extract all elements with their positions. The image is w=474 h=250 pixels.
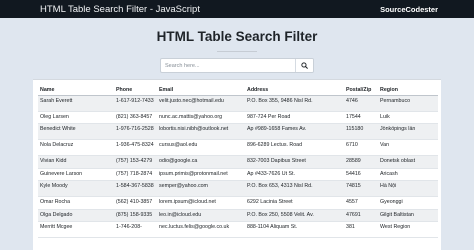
column-header-phone[interactable]: Phone — [114, 85, 157, 96]
cell-postal: 28589 — [344, 155, 378, 169]
navbar-title: HTML Table Search Filter - JavaScript — [40, 3, 200, 15]
cell-address: 832-7003 Dapibus Street — [245, 155, 344, 169]
cell-email: ipsum.primis@protonmail.net — [157, 168, 245, 181]
table-row: Nola Delacruz 1-936-475-8324 cursus@aol.… — [38, 139, 438, 156]
cell-phone: (757) 153-4279 — [114, 155, 157, 169]
table-row: Olga Delgado (875) 158-9335 leo.in@iclou… — [38, 209, 438, 222]
cell-postal: 74815 — [344, 180, 378, 197]
cell-email: nunc.ac.mattis@yahoo.org — [157, 111, 245, 124]
cell-postal: 381 — [344, 221, 378, 238]
table-header-row: Name Phone Email Address Postal/Zip Regi… — [38, 85, 438, 96]
table-row: Benedict White 1-976-716-2528 lobortis.n… — [38, 123, 438, 140]
cell-email: odio@google.ca — [157, 155, 245, 169]
search-input[interactable] — [161, 59, 295, 72]
cell-address: 896-6289 Lectus. Road — [245, 139, 344, 156]
cell-region: Pernambuco — [378, 95, 438, 112]
cell-phone: (562) 410-3857 — [114, 196, 157, 210]
cell-address: 888-1104 Aliquam St. — [245, 221, 344, 238]
cell-email: cursus@aol.edu — [157, 139, 245, 156]
cell-region: Luik — [378, 111, 438, 124]
cell-address: P.O. Box 355, 9486 Nisl Rd. — [245, 95, 344, 112]
table-row: Guinevere Larson (757) 718-2874 ipsum.pr… — [38, 168, 438, 181]
cell-name: Olga Delgado — [38, 209, 114, 222]
cell-email: lobortis.nisi.nibh@outlook.net — [157, 123, 245, 140]
table-card: Name Phone Email Address Postal/Zip Regi… — [33, 79, 441, 250]
cell-address: Ap #989-1658 Fames Av. — [245, 123, 344, 140]
cell-postal: 17544 — [344, 111, 378, 124]
cell-region: Van — [378, 139, 438, 156]
title-divider — [217, 51, 257, 52]
contacts-table: Name Phone Email Address Postal/Zip Regi… — [38, 85, 438, 238]
navbar-brand-link[interactable]: SourceCodester — [380, 5, 438, 14]
cell-phone: 1-746-208- — [114, 221, 157, 238]
cell-region: West Region — [378, 221, 438, 238]
top-navbar: HTML Table Search Filter - JavaScript So… — [0, 0, 474, 18]
table-row: Oleg Larsen (821) 363-8457 nunc.ac.matti… — [38, 111, 438, 124]
cell-region: Gyeonggi — [378, 196, 438, 210]
cell-postal: 47691 — [344, 209, 378, 222]
cell-name: Omar Rocha — [38, 196, 114, 210]
cell-name: Oleg Larsen — [38, 111, 114, 124]
cell-region: Jönköpings län — [378, 123, 438, 140]
cell-phone: (821) 363-8457 — [114, 111, 157, 124]
cell-phone: 1-584-367-5838 — [114, 180, 157, 197]
cell-phone: 1-976-716-2528 — [114, 123, 157, 140]
table-row: Vivian Kidd (757) 153-4279 odio@google.c… — [38, 155, 438, 169]
cell-address: 6292 Lacinia Street — [245, 196, 344, 210]
cell-name: Sarah Everett — [38, 95, 114, 112]
cell-phone: (757) 718-2874 — [114, 168, 157, 181]
cell-phone: 1-617-912-7433 — [114, 95, 157, 112]
column-header-email[interactable]: Email — [157, 85, 245, 96]
table-row: Omar Rocha (562) 410-3857 lorem.ipsum@ic… — [38, 196, 438, 210]
cell-postal: 115180 — [344, 123, 378, 140]
cell-email: nec.luctus.felis@google.co.uk — [157, 221, 245, 238]
cell-name: Nola Delacruz — [38, 139, 114, 156]
cell-phone: 1-936-475-8324 — [114, 139, 157, 156]
search-icon — [301, 62, 308, 69]
table-row: Sarah Everett 1-617-912-7433 velit.justo… — [38, 95, 438, 112]
cell-region: Donetsk oblast — [378, 155, 438, 169]
search-button[interactable] — [295, 59, 313, 72]
cell-region: Hà Nội — [378, 180, 438, 197]
cell-address: Ap #433-7626 Ut St. — [245, 168, 344, 181]
cell-postal: 4746 — [344, 95, 378, 112]
search-bar — [160, 58, 314, 73]
cell-name: Benedict White — [38, 123, 114, 140]
cell-name: Vivian Kidd — [38, 155, 114, 169]
cell-email: semper@yahoo.com — [157, 180, 245, 197]
cell-address: 987-724 Per Road — [245, 111, 344, 124]
cell-phone: (875) 158-9335 — [114, 209, 157, 222]
cell-name: Merritt Mcgee — [38, 221, 114, 238]
cell-address: P.O. Box 250, 5508 Velit. Av. — [245, 209, 344, 222]
column-header-postal[interactable]: Postal/Zip — [344, 85, 378, 96]
column-header-name[interactable]: Name — [38, 85, 114, 96]
cell-region: Aricash — [378, 168, 438, 181]
cell-region: Gilgit Baltistan — [378, 209, 438, 222]
cell-postal: 6710 — [344, 139, 378, 156]
table-row: Merritt Mcgee 1-746-208- nec.luctus.feli… — [38, 221, 438, 238]
cell-name: Kyle Moody — [38, 180, 114, 197]
cell-email: leo.in@icloud.edu — [157, 209, 245, 222]
cell-address: P.O. Box 653, 4313 Nisl Rd. — [245, 180, 344, 197]
table-row: Kyle Moody 1-584-367-5838 semper@yahoo.c… — [38, 180, 438, 197]
cell-email: lorem.ipsum@icloud.net — [157, 196, 245, 210]
cell-postal: 4557 — [344, 196, 378, 210]
cell-postal: 54416 — [344, 168, 378, 181]
column-header-address[interactable]: Address — [245, 85, 344, 96]
cell-name: Guinevere Larson — [38, 168, 114, 181]
cell-email: velit.justo.nec@hotmail.edu — [157, 95, 245, 112]
column-header-region[interactable]: Region — [378, 85, 438, 96]
page-title: HTML Table Search Filter — [156, 29, 318, 44]
